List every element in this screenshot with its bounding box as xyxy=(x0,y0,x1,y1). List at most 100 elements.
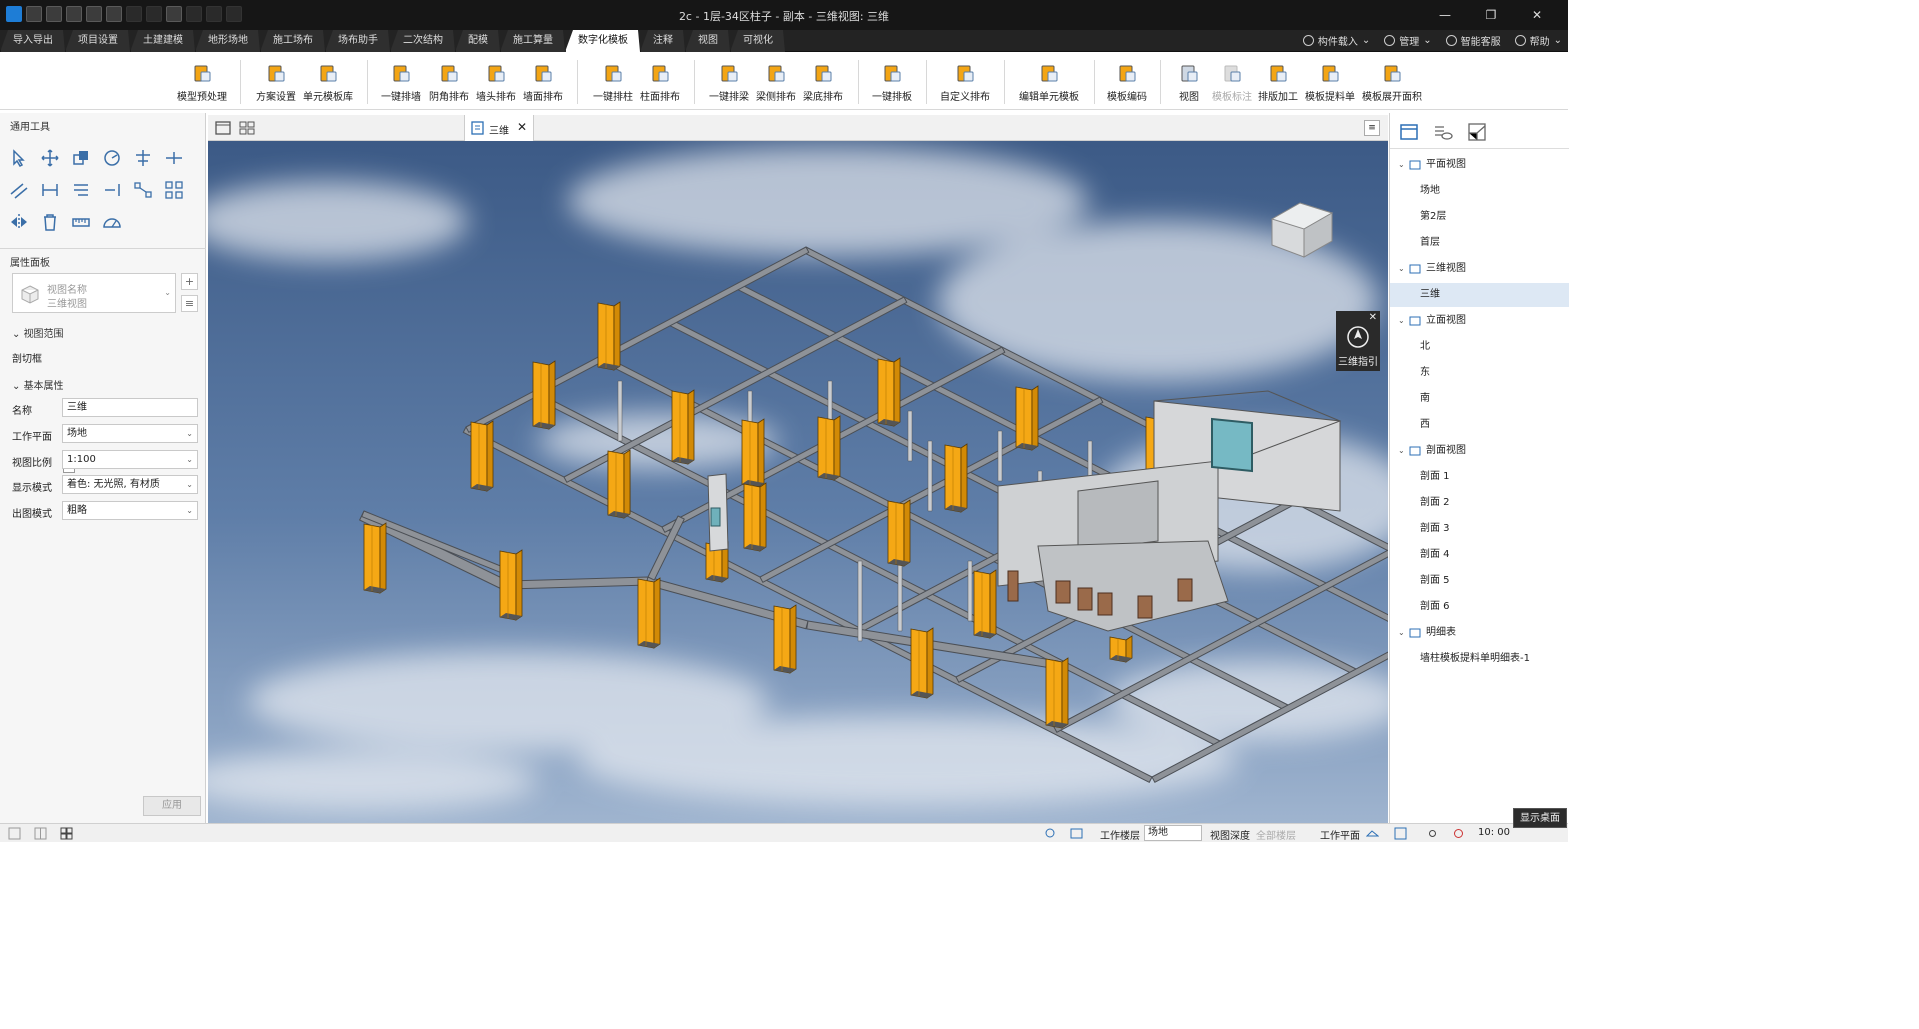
ruler-icon[interactable] xyxy=(70,211,92,233)
auto-column-button[interactable]: 一键排柱 xyxy=(593,62,633,106)
select-arrow-icon[interactable] xyxy=(8,147,30,169)
scene-canvas[interactable] xyxy=(208,141,1388,823)
tab-project-settings[interactable]: 项目设置 xyxy=(65,30,130,52)
tab-quantity[interactable]: 施工算量 xyxy=(500,30,565,52)
section-basic-props[interactable]: ⌄ 基本属性 xyxy=(12,377,64,392)
beam-bottom-layout-button[interactable]: 梁底排布 xyxy=(803,62,843,106)
typeset-process-button[interactable]: 排版加工 xyxy=(1258,62,1298,106)
array-icon[interactable] xyxy=(70,179,92,201)
view-tab-3d[interactable]: 三维 ✕ xyxy=(464,115,534,141)
auto-slab-button[interactable]: 一键排板 xyxy=(872,62,912,106)
column-face-layout-button[interactable]: 柱面排布 xyxy=(640,62,680,106)
close-button[interactable]: ✕ xyxy=(1514,4,1560,26)
layout-icon[interactable] xyxy=(1466,121,1488,143)
render-icon[interactable] xyxy=(1452,827,1465,840)
maximize-button[interactable]: ❐ xyxy=(1468,4,1514,26)
tab-civil-modeling[interactable]: 土建建模 xyxy=(130,30,195,52)
tree-item[interactable]: 剖面 4 xyxy=(1390,543,1569,567)
tree-item[interactable]: 首层 xyxy=(1390,231,1569,255)
visibility-icon[interactable] xyxy=(1432,121,1454,143)
wall-end-layout-button[interactable]: 墙头排布 xyxy=(476,62,516,106)
template-code-button[interactable]: 模板编码 xyxy=(1107,62,1147,106)
name-input[interactable]: 三维 xyxy=(62,398,198,417)
support-button[interactable]: 智能客服 xyxy=(1445,33,1501,48)
layout-split-icon[interactable] xyxy=(34,827,47,840)
tree-item[interactable]: 西 xyxy=(1390,413,1569,437)
auto-beam-button[interactable]: 一键排梁 xyxy=(709,62,749,106)
mirror-icon[interactable] xyxy=(8,211,30,233)
tree-item[interactable]: 剖面 1 xyxy=(1390,465,1569,489)
tree-item[interactable]: 墙柱模板提料单明细表-1 xyxy=(1390,647,1569,671)
layout-single-icon[interactable] xyxy=(8,827,21,840)
scheme-settings-button[interactable]: 方案设置 xyxy=(256,62,296,106)
minimize-button[interactable]: — xyxy=(1422,4,1468,26)
window-icon[interactable] xyxy=(214,119,232,137)
project-browser-icon[interactable] xyxy=(1398,121,1420,143)
copy-object-icon[interactable] xyxy=(70,147,92,169)
auto-wall-button[interactable]: 一键排墙 xyxy=(381,62,421,106)
time-display[interactable]: 10: 00 xyxy=(1478,827,1510,838)
tree-item[interactable]: 三维 xyxy=(1390,283,1569,307)
tree-item[interactable]: 南 xyxy=(1390,387,1569,411)
group-icon[interactable] xyxy=(163,179,185,201)
3d-guide-panel[interactable]: ✕ 三维指引 xyxy=(1336,311,1380,371)
tree-item[interactable]: 剖面 6 xyxy=(1390,595,1569,619)
chevron-down-icon[interactable]: ⌄ xyxy=(1398,257,1405,281)
layout-grid-icon[interactable] xyxy=(60,827,73,840)
view-depth-value[interactable]: 全部楼层 xyxy=(1256,827,1296,842)
view-scale-select[interactable]: 1:100 ⌄ xyxy=(62,450,198,469)
align-icon[interactable] xyxy=(132,147,154,169)
tree-group[interactable]: ⌄ 剖面视图 xyxy=(1390,439,1569,463)
tree-item[interactable]: 东 xyxy=(1390,361,1569,385)
tree-group[interactable]: ⌄ 明细表 xyxy=(1390,621,1569,645)
tab-formwork[interactable]: 配模 xyxy=(455,30,500,52)
rotate-icon[interactable] xyxy=(101,147,123,169)
output-mode-select[interactable]: 粗略 ⌄ xyxy=(62,501,198,520)
tree-group[interactable]: ⌄ 三维视图 xyxy=(1390,257,1569,281)
template-material-list-button[interactable]: 模板提料单 xyxy=(1305,62,1355,106)
work-floor-select[interactable]: 场地 xyxy=(1144,825,1202,841)
grid-toggle-icon[interactable] xyxy=(1394,827,1407,840)
help-button[interactable]: 帮助 ⌄ xyxy=(1514,33,1562,48)
chevron-down-icon[interactable]: ⌄ xyxy=(1398,153,1405,177)
sun-icon[interactable] xyxy=(1426,827,1439,840)
view-tabs-menu-button[interactable]: ≡ xyxy=(1364,120,1380,136)
tab-terrain-site[interactable]: 地形场地 xyxy=(195,30,260,52)
work-plane-icon[interactable] xyxy=(1366,827,1379,840)
tab-layout-assistant[interactable]: 场布助手 xyxy=(325,30,390,52)
tree-item[interactable]: 剖面 2 xyxy=(1390,491,1569,515)
tab-annotation[interactable]: 注释 xyxy=(640,30,685,52)
tile-windows-icon[interactable] xyxy=(238,119,256,137)
template-unfold-area-button[interactable]: 模板展开面积 xyxy=(1362,62,1422,106)
tree-item[interactable]: 第2层 xyxy=(1390,205,1569,229)
template-annotation-button[interactable]: 模板标注 xyxy=(1212,62,1252,106)
split-icon[interactable] xyxy=(163,147,185,169)
wall-face-layout-button[interactable]: 墙面排布 xyxy=(523,62,563,106)
manage-button[interactable]: 管理 ⌄ xyxy=(1384,33,1432,48)
chevron-down-icon[interactable]: ⌄ xyxy=(1398,309,1405,333)
view-tab-close-icon[interactable]: ✕ xyxy=(517,120,527,134)
component-load-button[interactable]: 构件载入 ⌄ xyxy=(1302,33,1370,48)
tab-digital-formwork[interactable]: 数字化模板 xyxy=(565,30,640,52)
move-icon[interactable] xyxy=(39,147,61,169)
work-plane-select[interactable]: 场地 ⌄ xyxy=(62,424,198,443)
section-view-range[interactable]: ⌄ 视图范围 xyxy=(12,325,64,340)
add-view-button[interactable]: + xyxy=(181,273,198,290)
zoom-fit-icon[interactable] xyxy=(1044,827,1057,840)
tree-item[interactable]: 场地 xyxy=(1390,179,1569,203)
custom-layout-button[interactable]: 自定义排布 xyxy=(940,62,990,106)
offset-icon[interactable] xyxy=(8,179,30,201)
tab-visualization[interactable]: 可视化 xyxy=(730,30,785,52)
tree-item[interactable]: 剖面 3 xyxy=(1390,517,1569,541)
chevron-down-icon[interactable]: ⌄ xyxy=(1398,439,1405,463)
delete-icon[interactable] xyxy=(39,211,61,233)
extend-icon[interactable] xyxy=(101,179,123,201)
model-preprocess-button[interactable]: 模型预处理 xyxy=(177,62,227,106)
viewport-3d[interactable]: ✕ 三维指引 xyxy=(208,141,1388,823)
display-mode-select[interactable]: 着色: 无光照, 有材质 ⌄ xyxy=(62,475,198,494)
unit-template-library-button[interactable]: 单元模板库 xyxy=(303,62,353,106)
edit-type-button[interactable]: ≡ xyxy=(181,295,198,312)
tab-view[interactable]: 视图 xyxy=(685,30,730,52)
tree-group[interactable]: ⌄ 立面视图 xyxy=(1390,309,1569,333)
protractor-icon[interactable] xyxy=(101,211,123,233)
